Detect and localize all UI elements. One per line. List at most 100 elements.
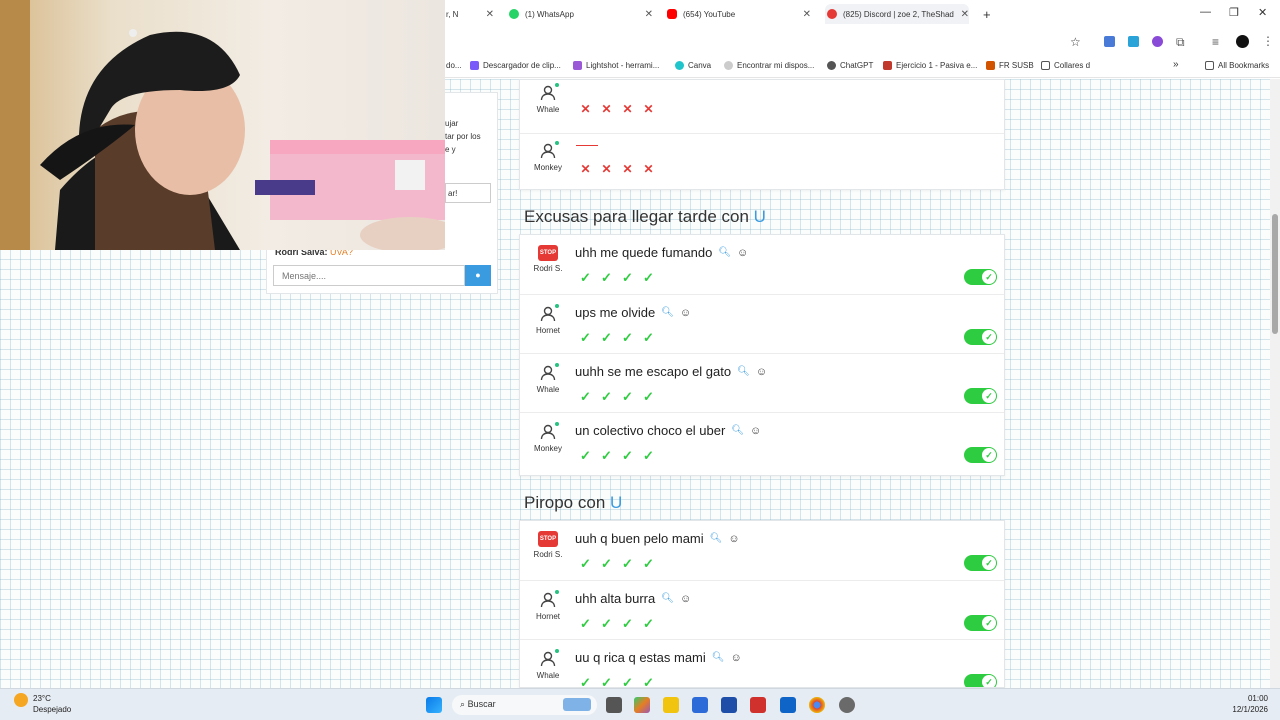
tab-partial[interactable]: r, N ✕ [446, 4, 494, 24]
emoji-icon[interactable]: ☺ [737, 247, 748, 259]
vote-reject-icon[interactable]: ✕ [578, 102, 593, 117]
profile-avatar[interactable] [1236, 35, 1249, 48]
search-icon[interactable]: 🔍︎ [712, 652, 725, 663]
close-icon[interactable]: ✕ [486, 9, 494, 20]
bookmark-item[interactable]: Encontrar mi dispos... [724, 61, 814, 70]
vote-accept-icon[interactable]: ✓ [578, 675, 593, 687]
emoji-icon[interactable]: ☺ [730, 652, 741, 664]
valid-toggle[interactable] [964, 269, 997, 285]
vote-accept-icon[interactable]: ✓ [641, 675, 656, 687]
new-tab-button[interactable]: + [983, 4, 991, 24]
file-explorer-icon[interactable] [663, 697, 679, 713]
vote-accept-icon[interactable]: ✓ [599, 556, 614, 571]
chrome-icon[interactable] [809, 697, 825, 713]
taskbar-search[interactable]: ⌕ Buscar [452, 695, 597, 715]
vote-accept-icon[interactable]: ✓ [620, 389, 635, 404]
vote-accept-icon[interactable]: ✓ [620, 448, 635, 463]
puzzle-icon[interactable]: ⧉ [1176, 35, 1185, 50]
vote-accept-icon[interactable]: ✓ [578, 270, 593, 285]
windows-start-icon[interactable] [426, 697, 442, 713]
search-icon[interactable]: 🔍︎ [661, 307, 674, 318]
vote-accept-icon[interactable]: ✓ [578, 616, 593, 631]
vote-reject-icon[interactable]: ✕ [620, 162, 635, 177]
vote-accept-icon[interactable]: ✓ [599, 270, 614, 285]
bookmark-item[interactable]: FR SUSB [986, 61, 1034, 70]
search-icon[interactable]: 🔍︎ [710, 533, 723, 544]
clock-time[interactable]: 01:00 [1238, 694, 1268, 703]
bookmark-item[interactable]: Descargador de clip... [470, 61, 561, 70]
bookmark-item[interactable]: Canva [675, 61, 711, 70]
copilot-icon[interactable] [634, 697, 650, 713]
emoji-icon[interactable]: ☺ [750, 425, 761, 437]
chat-action-button[interactable]: ar! [445, 183, 491, 203]
close-icon[interactable]: ✕ [961, 9, 969, 20]
vote-reject-icon[interactable]: ✕ [578, 162, 593, 177]
app-icon[interactable] [721, 697, 737, 713]
tab-whatsapp[interactable]: (1) WhatsApp ✕ [509, 4, 653, 24]
vote-accept-icon[interactable]: ✓ [641, 389, 656, 404]
store-icon[interactable] [692, 697, 708, 713]
search-icon[interactable]: 🔍︎ [731, 425, 744, 436]
star-icon[interactable]: ☆ [1070, 35, 1081, 49]
vote-accept-icon[interactable]: ✓ [620, 270, 635, 285]
vote-accept-icon[interactable]: ✓ [599, 330, 614, 345]
vote-accept-icon[interactable]: ✓ [641, 556, 656, 571]
bookmark-item[interactable]: do... [446, 61, 462, 70]
tab-youtube[interactable]: (654) YouTube ✕ [667, 4, 811, 24]
bookmark-item[interactable]: Lightshot - herrami... [573, 61, 659, 70]
valid-toggle[interactable] [964, 447, 997, 463]
all-bookmarks-button[interactable]: All Bookmarks [1205, 61, 1269, 70]
vote-accept-icon[interactable]: ✓ [641, 448, 656, 463]
valid-toggle[interactable] [964, 555, 997, 571]
weather-desc[interactable]: Despejado [33, 705, 71, 714]
vote-reject-icon[interactable]: ✕ [620, 102, 635, 117]
emoji-icon[interactable]: ☺ [680, 593, 691, 605]
restore-icon[interactable]: ❐ [1229, 6, 1239, 19]
extension-icon[interactable] [1152, 36, 1163, 47]
scroll-thumb[interactable] [1272, 214, 1278, 334]
vote-accept-icon[interactable]: ✓ [641, 270, 656, 285]
emoji-icon[interactable]: ☺ [680, 307, 691, 319]
vote-accept-icon[interactable]: ✓ [599, 675, 614, 687]
vote-accept-icon[interactable]: ✓ [620, 330, 635, 345]
vote-accept-icon[interactable]: ✓ [578, 448, 593, 463]
close-icon[interactable]: ✕ [803, 9, 811, 20]
vote-reject-icon[interactable]: ✕ [641, 162, 656, 177]
extension-icon[interactable] [1128, 36, 1139, 47]
chat-message-input[interactable] [273, 265, 465, 286]
emoji-icon[interactable]: ☺ [728, 533, 739, 545]
app-icon[interactable] [839, 697, 855, 713]
valid-toggle[interactable] [964, 329, 997, 345]
send-message-button[interactable]: ● [465, 265, 491, 286]
bookmark-item[interactable]: Ejercicio 1 - Pasiva e... [883, 61, 977, 70]
vote-accept-icon[interactable]: ✓ [599, 448, 614, 463]
vote-accept-icon[interactable]: ✓ [620, 616, 635, 631]
bookmark-item[interactable]: Collares d [1041, 61, 1090, 70]
valid-toggle[interactable] [964, 388, 997, 404]
weather-temp[interactable]: 23°C [33, 694, 51, 703]
vote-accept-icon[interactable]: ✓ [578, 330, 593, 345]
vote-accept-icon[interactable]: ✓ [641, 330, 656, 345]
vote-accept-icon[interactable]: ✓ [620, 675, 635, 687]
vote-accept-icon[interactable]: ✓ [599, 389, 614, 404]
media-icon[interactable]: ≡ [1212, 35, 1219, 49]
vote-reject-icon[interactable]: ✕ [599, 162, 614, 177]
weather-icon[interactable] [14, 693, 28, 707]
scrollbar[interactable] [1270, 79, 1280, 688]
vote-accept-icon[interactable]: ✓ [641, 616, 656, 631]
search-icon[interactable]: 🔍︎ [737, 366, 750, 377]
menu-icon[interactable]: ⋮ [1262, 34, 1274, 48]
vote-accept-icon[interactable]: ✓ [599, 616, 614, 631]
vote-accept-icon[interactable]: ✓ [578, 556, 593, 571]
valid-toggle[interactable] [964, 674, 997, 687]
task-view-icon[interactable] [606, 697, 622, 713]
outlook-icon[interactable] [780, 697, 796, 713]
valid-toggle[interactable] [964, 615, 997, 631]
bookmark-item[interactable]: ChatGPT [827, 61, 873, 70]
search-icon[interactable]: 🔍︎ [661, 593, 674, 604]
tab-discord[interactable]: (825) Discord | zoe 2, TheShad ✕ [825, 4, 969, 24]
vote-reject-icon[interactable]: ✕ [599, 102, 614, 117]
vote-accept-icon[interactable]: ✓ [620, 556, 635, 571]
search-icon[interactable]: 🔍︎ [718, 247, 731, 258]
minimize-icon[interactable]: — [1200, 6, 1211, 18]
